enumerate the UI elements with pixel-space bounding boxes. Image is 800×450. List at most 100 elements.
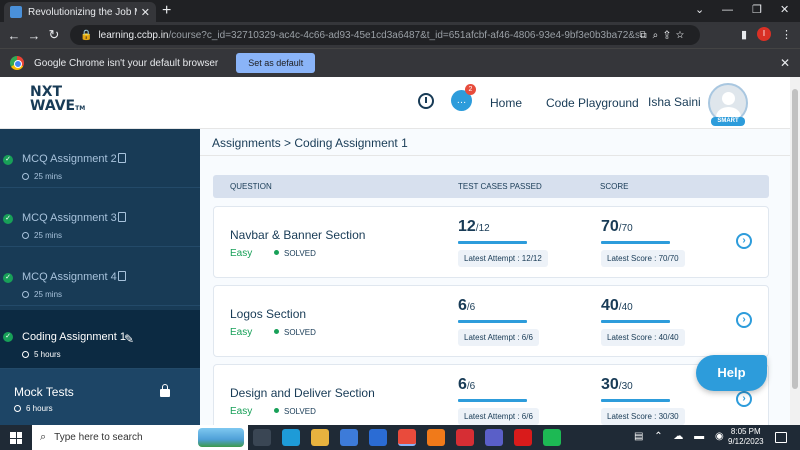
opera-icon[interactable] bbox=[514, 429, 532, 446]
window-close-icon[interactable]: ✕ bbox=[780, 2, 789, 18]
browser-tab[interactable]: Revolutionizing the Job Market | ... ✕ bbox=[4, 2, 156, 22]
table-row[interactable]: Logos Section Easy SOLVED 6/6 Latest Att… bbox=[213, 285, 769, 357]
timer-icon[interactable] bbox=[418, 93, 434, 109]
clipboard-icon bbox=[118, 212, 126, 222]
spotify-icon[interactable] bbox=[543, 429, 561, 446]
latest-score: Latest Score : 40/40 bbox=[601, 329, 685, 346]
nav-code-playground-link[interactable]: Code Playground bbox=[546, 96, 639, 110]
sidebar-item-mock-tests[interactable]: Mock Tests 6 hours bbox=[0, 369, 200, 425]
tests-passed-value: 12/12 bbox=[458, 218, 490, 236]
edge-icon[interactable] bbox=[282, 429, 300, 446]
sidebar-item-coding-1[interactable]: ✓ Coding Assignment 1 ✎ 5 hours bbox=[0, 310, 200, 369]
back-icon[interactable]: ← bbox=[4, 28, 24, 43]
system-tray-icons[interactable]: ▤ ⌃ ☁ ▬ ◉ bbox=[634, 431, 728, 442]
check-icon: ✓ bbox=[3, 155, 13, 165]
sidebar-item-duration: 25 mins bbox=[34, 172, 63, 181]
latest-attempt: Latest Attempt : 12/12 bbox=[458, 250, 548, 267]
arrow-right-circle-icon[interactable]: › bbox=[736, 233, 752, 249]
infobar-close-icon[interactable]: ✕ bbox=[780, 56, 790, 70]
breadcrumb[interactable]: Assignments > Coding Assignment 1 bbox=[212, 136, 408, 150]
reload-icon[interactable]: ↻ bbox=[44, 27, 64, 43]
store-icon[interactable] bbox=[340, 429, 358, 446]
latest-score: Latest Score : 70/70 bbox=[601, 250, 685, 267]
set-default-button[interactable]: Set as default bbox=[236, 53, 316, 73]
restore-icon[interactable]: ❐ bbox=[752, 2, 762, 18]
smart-badge: SMART bbox=[711, 117, 745, 126]
arrow-right-circle-icon[interactable]: › bbox=[736, 312, 752, 328]
check-icon: ✓ bbox=[3, 273, 13, 283]
col-question: QUESTION bbox=[230, 182, 272, 191]
task-view-icon[interactable] bbox=[253, 429, 271, 446]
new-tab-button[interactable]: + bbox=[162, 2, 171, 20]
taskbar-search-input[interactable]: ⌕ Type here to search bbox=[32, 425, 248, 450]
page-scrollbar[interactable] bbox=[790, 77, 800, 425]
clock-icon bbox=[22, 173, 29, 180]
forward-icon[interactable]: → bbox=[24, 28, 44, 43]
mock-tests-label: Mock Tests bbox=[14, 385, 74, 399]
score: 40 bbox=[601, 297, 619, 314]
clock-icon bbox=[22, 291, 29, 298]
minimize-icon[interactable]: — bbox=[722, 2, 733, 18]
clock-icon bbox=[14, 405, 21, 412]
divider bbox=[200, 155, 790, 156]
browser-tab-strip: Revolutionizing the Job Market | ... ✕ +… bbox=[0, 0, 800, 22]
table-header: QUESTION TEST CASES PASSED SCORE bbox=[213, 175, 769, 198]
sidebar-item-mcq-2[interactable]: ✓ MCQ Assignment 2 25 mins bbox=[0, 129, 200, 188]
logo-tm: TM bbox=[75, 105, 86, 112]
infobar-text: Google Chrome isn't your default browser bbox=[34, 57, 219, 69]
address-bar[interactable]: 🔒 learning.ccbp.in/course?c_id=32710329-… bbox=[70, 25, 700, 45]
sidebar-item-duration: 5 hours bbox=[34, 350, 61, 359]
clock-icon bbox=[22, 351, 29, 358]
sidebar-item-time: 5 hours bbox=[22, 350, 61, 359]
arrow-right-circle-icon[interactable]: › bbox=[736, 391, 752, 407]
profile-avatar[interactable]: I bbox=[757, 27, 771, 41]
clock-date: 9/12/2023 bbox=[728, 437, 764, 446]
user-name[interactable]: Isha Saini bbox=[648, 95, 701, 109]
search-highlight-image[interactable] bbox=[198, 428, 244, 447]
question-title: Navbar & Banner Section bbox=[230, 228, 366, 242]
status-badge: SOLVED bbox=[274, 407, 316, 416]
scrollbar-thumb[interactable] bbox=[792, 89, 798, 389]
col-score: SCORE bbox=[600, 182, 629, 191]
windows-start-icon[interactable] bbox=[10, 432, 22, 444]
file-explorer-icon[interactable] bbox=[311, 429, 329, 446]
table-row[interactable]: Design and Deliver Section Easy SOLVED 6… bbox=[213, 364, 769, 425]
score-value: 70/70 bbox=[601, 218, 633, 236]
pinterest-icon[interactable] bbox=[456, 429, 474, 446]
score-total: /30 bbox=[618, 381, 633, 392]
tab-search-icon[interactable]: ⌄ bbox=[695, 2, 704, 18]
chrome-icon[interactable] bbox=[398, 429, 416, 446]
clipboard-icon bbox=[118, 153, 126, 163]
mail-icon[interactable] bbox=[369, 429, 387, 446]
tests-passed: 6 bbox=[458, 376, 467, 393]
tests-passed-value: 6/6 bbox=[458, 297, 475, 315]
check-icon: ✓ bbox=[3, 214, 13, 224]
clock-icon bbox=[22, 232, 29, 239]
table-row[interactable]: Navbar & Banner Section Easy SOLVED 12/1… bbox=[213, 206, 769, 278]
difficulty-label: Easy bbox=[230, 248, 253, 259]
tab-close-icon[interactable]: ✕ bbox=[141, 6, 150, 19]
nav-home-link[interactable]: Home bbox=[490, 96, 522, 110]
menu-icon[interactable]: ⋮ bbox=[781, 28, 792, 41]
sidebar-item-mcq-3[interactable]: ✓ MCQ Assignment 3 25 mins bbox=[0, 188, 200, 247]
nxtwave-logo[interactable]: NXT WAVETM bbox=[30, 85, 85, 116]
side-panel-icon[interactable]: ▮ bbox=[741, 28, 747, 41]
score: 70 bbox=[601, 218, 619, 235]
latest-attempt: Latest Attempt : 6/6 bbox=[458, 408, 539, 425]
tab-title: Revolutionizing the Job Market | ... bbox=[28, 6, 137, 18]
url-text[interactable]: learning.ccbp.in/course?c_id=32710329-ac… bbox=[98, 30, 639, 41]
latest-attempt: Latest Attempt : 6/6 bbox=[458, 329, 539, 346]
logo-line2: WAVE bbox=[30, 98, 76, 114]
sidebar-item-label: MCQ Assignment 4 bbox=[22, 271, 117, 283]
clock-time: 8:05 PM bbox=[730, 427, 761, 436]
sidebar-item-mcq-4[interactable]: ✓ MCQ Assignment 4 25 mins bbox=[0, 247, 200, 306]
browser-toolbar: ← → ↻ 🔒 learning.ccbp.in/course?c_id=327… bbox=[0, 22, 800, 48]
favicon-icon bbox=[10, 6, 22, 18]
help-button[interactable]: Help bbox=[696, 355, 767, 391]
omnibox-action-icons[interactable]: ⧉⌕⇪☆ bbox=[639, 30, 690, 41]
firefox-icon[interactable] bbox=[427, 429, 445, 446]
taskbar-clock[interactable]: 8:05 PM 9/12/2023 bbox=[728, 427, 764, 447]
teams-icon[interactable] bbox=[485, 429, 503, 446]
tests-total: /12 bbox=[475, 223, 490, 234]
notification-icon[interactable] bbox=[775, 432, 787, 443]
